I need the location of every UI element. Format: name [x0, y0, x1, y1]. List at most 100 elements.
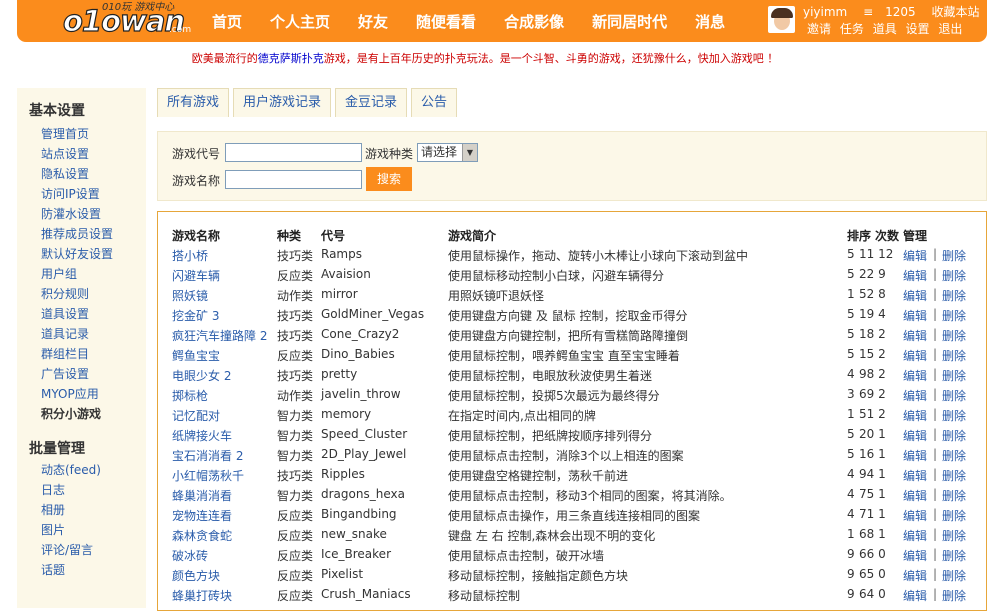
nav-friends[interactable]: 好友 — [358, 11, 388, 32]
username[interactable]: yiyimm — [803, 5, 847, 19]
delete-link[interactable]: 删除 — [942, 587, 966, 604]
delete-link[interactable]: 删除 — [942, 547, 966, 564]
edit-link[interactable]: 编辑 — [903, 507, 927, 524]
delete-link[interactable]: 删除 — [942, 427, 966, 444]
delete-link[interactable]: 删除 — [942, 307, 966, 324]
sidebar-item-link[interactable]: MYOP应用 — [41, 387, 99, 401]
delete-link[interactable]: 删除 — [942, 367, 966, 384]
bookmark-link[interactable]: 收藏本站 — [932, 5, 980, 19]
settings-link[interactable]: 设置 — [906, 22, 930, 36]
name-input[interactable] — [225, 170, 362, 189]
sidebar-item-link[interactable]: 站点设置 — [41, 147, 89, 161]
edit-link[interactable]: 编辑 — [903, 447, 927, 464]
items-link[interactable]: 道具 — [873, 22, 897, 36]
sidebar-item-link[interactable]: 道具记录 — [41, 327, 89, 341]
game-name-link[interactable]: 记忆配对 — [172, 407, 220, 424]
sidebar-item-link[interactable]: 推荐成员设置 — [41, 227, 113, 241]
nav-photo[interactable]: 合成影像 — [504, 11, 564, 32]
sidebar-item-link[interactable]: 评论/留言 — [41, 543, 93, 557]
delete-link[interactable]: 删除 — [942, 287, 966, 304]
game-name-link[interactable]: 照妖镜 — [172, 287, 208, 304]
user-avatar[interactable] — [768, 6, 795, 33]
search-button[interactable]: 搜索 — [366, 167, 412, 191]
nav-messages[interactable]: 消息 — [695, 11, 725, 32]
game-name-link[interactable]: 森林贪食蛇 — [172, 527, 232, 544]
edit-link[interactable]: 编辑 — [903, 347, 927, 364]
task-link[interactable]: 任务 — [840, 22, 864, 36]
edit-link[interactable]: 编辑 — [903, 527, 927, 544]
tab-all-games[interactable]: 所有游戏 — [157, 88, 230, 117]
sidebar-item-link[interactable]: 日志 — [41, 483, 65, 497]
edit-link[interactable]: 编辑 — [903, 267, 927, 284]
game-name-link[interactable]: 小红帽荡秋千 — [172, 467, 244, 484]
game-name-link[interactable]: 颜色方块 — [172, 567, 220, 584]
nav-cohabit[interactable]: 新同居时代 — [592, 11, 667, 32]
delete-link[interactable]: 删除 — [942, 387, 966, 404]
delete-link[interactable]: 删除 — [942, 267, 966, 284]
game-name-link[interactable]: 挖金矿 3 — [172, 307, 219, 324]
delete-link[interactable]: 删除 — [942, 347, 966, 364]
game-name-link[interactable]: 电眼少女 2 — [172, 367, 231, 384]
sidebar-item-link[interactable]: 话题 — [41, 563, 65, 577]
sidebar-item-link[interactable]: 群组栏目 — [41, 347, 89, 361]
invite-link[interactable]: 邀请 — [807, 22, 831, 36]
nav-browse[interactable]: 随便看看 — [416, 11, 476, 32]
site-logo[interactable]: o1owan 010玩 游戏中心 .com — [41, 0, 191, 40]
nav-home[interactable]: 首页 — [212, 11, 242, 32]
sidebar-item-link[interactable]: 图片 — [41, 523, 65, 537]
game-name-link[interactable]: 闪避车辆 — [172, 267, 220, 284]
sidebar-item-link[interactable]: 动态(feed) — [41, 463, 101, 477]
edit-link[interactable]: 编辑 — [903, 587, 927, 604]
tab-bean-records[interactable]: 金豆记录 — [335, 88, 408, 117]
tab-announcement[interactable]: 公告 — [411, 88, 458, 117]
delete-link[interactable]: 删除 — [942, 247, 966, 264]
game-name-link[interactable]: 蜂巢消消看 — [172, 487, 232, 504]
sidebar-item-link[interactable]: 管理首页 — [41, 127, 89, 141]
sidebar-item-link[interactable]: 用户组 — [41, 267, 77, 281]
edit-link[interactable]: 编辑 — [903, 307, 927, 324]
notice-link[interactable]: 德克萨斯扑克 — [258, 52, 324, 65]
game-name-link[interactable]: 破冰砖 — [172, 547, 208, 564]
logout-link[interactable]: 退出 — [938, 22, 962, 36]
edit-link[interactable]: 编辑 — [903, 407, 927, 424]
delete-link[interactable]: 删除 — [942, 447, 966, 464]
sidebar-item-link[interactable]: 相册 — [41, 503, 65, 517]
code-input[interactable] — [225, 143, 362, 162]
game-name-link[interactable]: 宠物连连看 — [172, 507, 232, 524]
nav-profile[interactable]: 个人主页 — [270, 11, 330, 32]
sidebar-item-link[interactable]: 道具设置 — [41, 307, 89, 321]
game-name-link[interactable]: 掷标枪 — [172, 387, 208, 404]
edit-link[interactable]: 编辑 — [903, 367, 927, 384]
delete-link[interactable]: 删除 — [942, 527, 966, 544]
edit-link[interactable]: 编辑 — [903, 327, 927, 344]
sidebar-item-link[interactable]: 默认好友设置 — [41, 247, 113, 261]
sidebar-item-link[interactable]: 访问IP设置 — [41, 187, 100, 201]
type-select[interactable]: 请选择 ▼ — [417, 143, 478, 162]
delete-link[interactable]: 删除 — [942, 407, 966, 424]
edit-link[interactable]: 编辑 — [903, 287, 927, 304]
edit-link[interactable]: 编辑 — [903, 487, 927, 504]
edit-link[interactable]: 编辑 — [903, 467, 927, 484]
sidebar-item-link[interactable]: 积分小游戏 — [41, 407, 101, 421]
game-name-link[interactable]: 蜂巢打砖块 — [172, 587, 232, 604]
tab-user-records[interactable]: 用户游戏记录 — [233, 88, 332, 117]
game-name-link[interactable]: 搭小桥 — [172, 247, 208, 264]
edit-link[interactable]: 编辑 — [903, 387, 927, 404]
game-name-link[interactable]: 疯狂汽车撞路障 2 — [172, 327, 267, 344]
delete-link[interactable]: 删除 — [942, 327, 966, 344]
sidebar-item-link[interactable]: 防灌水设置 — [41, 207, 101, 221]
sidebar-item-link[interactable]: 广告设置 — [41, 367, 89, 381]
edit-link[interactable]: 编辑 — [903, 247, 927, 264]
edit-link[interactable]: 编辑 — [903, 427, 927, 444]
sidebar-item-link[interactable]: 积分规则 — [41, 287, 89, 301]
edit-link[interactable]: 编辑 — [903, 547, 927, 564]
game-name-link[interactable]: 鳄鱼宝宝 — [172, 347, 220, 364]
game-name-link[interactable]: 宝石消消看 2 — [172, 447, 243, 464]
delete-link[interactable]: 删除 — [942, 487, 966, 504]
sidebar-item-link[interactable]: 隐私设置 — [41, 167, 89, 181]
delete-link[interactable]: 删除 — [942, 507, 966, 524]
delete-link[interactable]: 删除 — [942, 467, 966, 484]
delete-link[interactable]: 删除 — [942, 567, 966, 584]
game-name-link[interactable]: 纸牌接火车 — [172, 427, 232, 444]
edit-link[interactable]: 编辑 — [903, 567, 927, 584]
